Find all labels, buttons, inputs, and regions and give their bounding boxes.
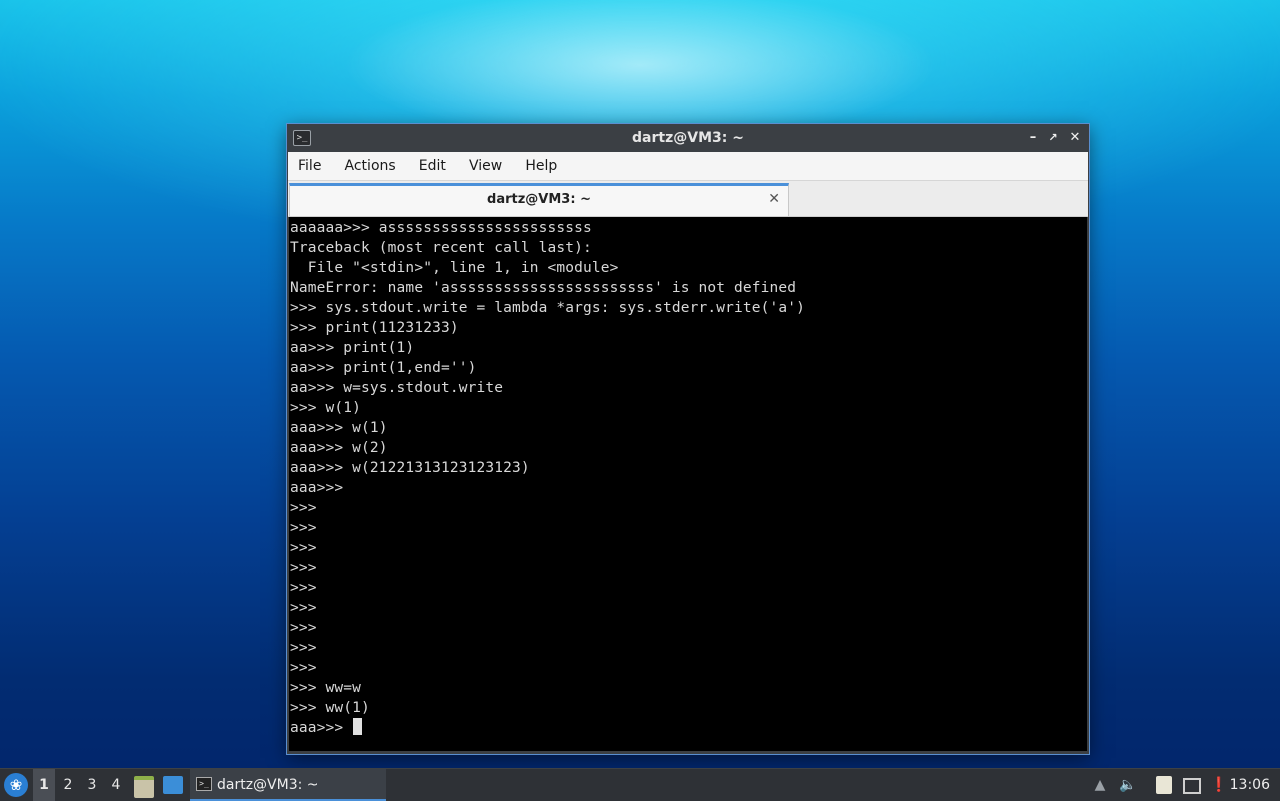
- terminal-line: >>> sys.stdout.write = lambda *args: sys…: [290, 300, 806, 316]
- terminal-window[interactable]: >_ dartz@VM3: ~ – ↗ ✕ File Actions Edit …: [287, 124, 1089, 754]
- terminal-line: >>>: [290, 500, 317, 516]
- tab-terminal[interactable]: dartz@VM3: ~ ✕: [289, 183, 789, 216]
- menu-bar: File Actions Edit View Help: [288, 152, 1088, 181]
- terminal-line: >>> w(1): [290, 400, 362, 416]
- menu-help[interactable]: Help: [517, 152, 565, 180]
- terminal-line: aaa>>> w(21221313123123123): [290, 460, 530, 476]
- terminal-line: >>>: [290, 660, 317, 676]
- show-desktop-icon[interactable]: [163, 776, 183, 794]
- terminal-line: aaaaaa>>> asssssssssssssssssssssss: [290, 220, 592, 236]
- workspace-4[interactable]: 4: [105, 769, 127, 801]
- tab-close-icon[interactable]: ✕: [768, 190, 780, 208]
- terminal-line: >>>: [290, 580, 317, 596]
- text-cursor: [353, 718, 363, 735]
- terminal-line: aaa>>>: [290, 480, 344, 496]
- workspace-2[interactable]: 2: [57, 769, 79, 801]
- terminal-line: >>> ww=w: [290, 680, 362, 696]
- menu-edit[interactable]: Edit: [411, 152, 454, 180]
- task-label: dartz@VM3: ~: [217, 777, 319, 793]
- tab-bar: dartz@VM3: ~ ✕: [288, 181, 1088, 217]
- terminal-line: >>>: [290, 620, 317, 636]
- terminal-line: >>>: [290, 560, 317, 576]
- terminal-line: aa>>> w=sys.stdout.write: [290, 380, 504, 396]
- volume-icon[interactable]: 🔈: [1119, 776, 1137, 794]
- terminal-prompt: aaa>>>: [290, 720, 353, 736]
- terminal-line: aaa>>> w(1): [290, 420, 388, 436]
- terminal-lines: aaaaaa>>> asssssssssssssssssssssss Traceb…: [290, 218, 805, 738]
- minimize-icon[interactable]: –: [1024, 128, 1042, 148]
- terminal-line: >>> ww(1): [290, 700, 370, 716]
- tab-label: dartz@VM3: ~: [487, 192, 591, 207]
- menu-view[interactable]: View: [461, 152, 510, 180]
- terminal-line: File "<stdin>", line 1, in <module>: [290, 260, 619, 276]
- window-titlebar[interactable]: >_ dartz@VM3: ~ – ↗ ✕: [287, 124, 1089, 152]
- clipboard-icon[interactable]: [1156, 776, 1172, 794]
- tray-arrow-icon[interactable]: ▲: [1091, 776, 1109, 794]
- terminal-line: >>>: [290, 540, 317, 556]
- terminal-line: >>>: [290, 600, 317, 616]
- clock: 13:06: [1229, 777, 1270, 793]
- terminal-prompt-line: aaa>>>: [290, 718, 805, 738]
- menu-file[interactable]: File: [290, 152, 329, 180]
- terminal-line: Traceback (most recent call last):: [290, 240, 592, 256]
- terminal-line: >>>: [290, 520, 317, 536]
- window-title: dartz@VM3: ~: [632, 130, 744, 146]
- taskbar-task-terminal[interactable]: >_ dartz@VM3: ~: [190, 769, 386, 801]
- workspace-3[interactable]: 3: [81, 769, 103, 801]
- file-manager-icon[interactable]: [134, 776, 154, 798]
- maximize-icon[interactable]: ↗: [1044, 128, 1062, 148]
- workspace-1[interactable]: 1: [33, 769, 55, 801]
- terminal-line: aa>>> print(1): [290, 340, 415, 356]
- update-notifier-icon[interactable]: ❗: [1210, 776, 1228, 794]
- menu-actions[interactable]: Actions: [337, 152, 404, 180]
- terminal-output[interactable]: aaaaaa>>> asssssssssssssssssssssss Traceb…: [289, 217, 1087, 751]
- terminal-line: NameError: name 'assssssssssssssssssssss…: [290, 280, 797, 296]
- terminal-task-icon: >_: [196, 777, 212, 791]
- close-icon[interactable]: ✕: [1066, 128, 1084, 148]
- taskbar: ❀ 1 2 3 4 >_ dartz@VM3: ~ ▲ 🔈 ❗ 13:06: [0, 768, 1280, 801]
- terminal-line: aaa>>> w(2): [290, 440, 388, 456]
- network-icon[interactable]: [1183, 778, 1201, 794]
- terminal-line: >>> print(11231233): [290, 320, 459, 336]
- terminal-line: aa>>> print(1,end=''): [290, 360, 477, 376]
- start-menu-icon[interactable]: ❀: [4, 773, 28, 797]
- terminal-line: >>>: [290, 640, 317, 656]
